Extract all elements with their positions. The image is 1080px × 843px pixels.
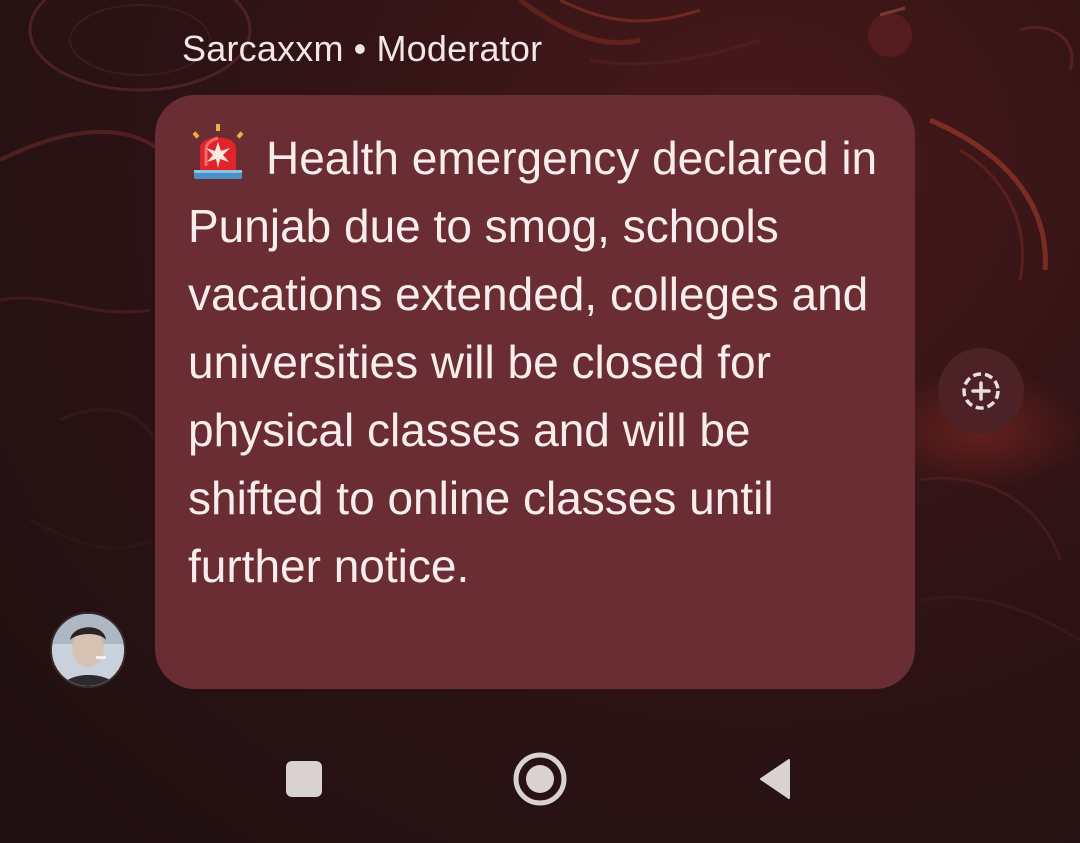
back-button[interactable]: [742, 747, 806, 811]
separator-dot: •: [353, 28, 367, 69]
sender-avatar[interactable]: [50, 612, 126, 688]
message-text: Health emergency declared in Punjab due …: [188, 132, 878, 592]
message-sender-line: Sarcaxxm • Moderator: [182, 28, 542, 70]
sender-name[interactable]: Sarcaxxm: [182, 28, 344, 69]
add-reaction-icon: [962, 372, 1000, 410]
recents-button[interactable]: [272, 747, 336, 811]
system-navigation-bar: [0, 735, 1080, 825]
home-button[interactable]: [508, 747, 572, 811]
triangle-back-icon: [760, 759, 790, 799]
police-car-light-emoji: [192, 124, 244, 179]
add-reaction-button[interactable]: [938, 348, 1024, 434]
message-text-block: Health emergency declared in Punjab due …: [188, 122, 885, 600]
sender-role: Moderator: [376, 28, 543, 69]
square-icon: [286, 761, 322, 797]
circle-icon: [513, 752, 567, 806]
message-bubble[interactable]: Health emergency declared in Punjab due …: [155, 95, 915, 689]
